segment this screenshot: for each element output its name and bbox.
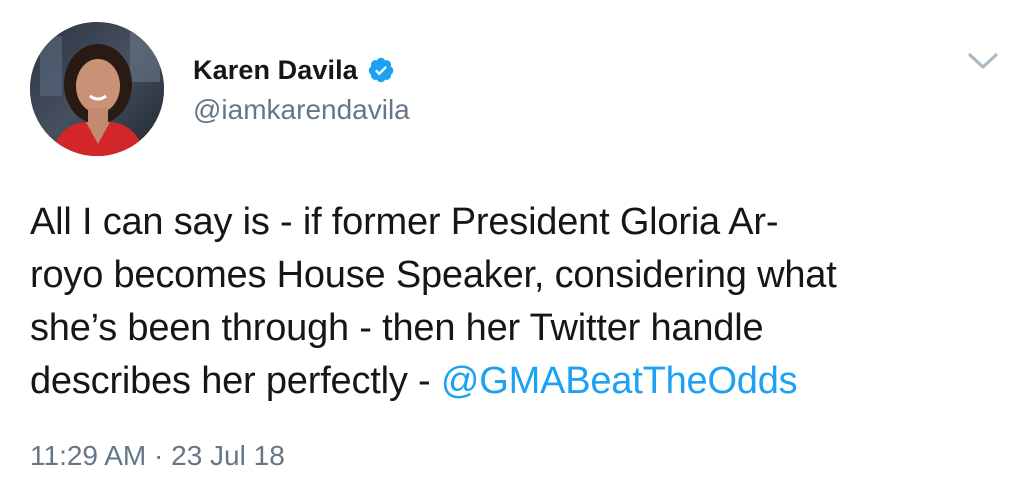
meta-separator: · bbox=[146, 440, 172, 471]
tweet-text: All I can say is - if former President G… bbox=[30, 196, 1000, 408]
tweet-timestamp[interactable]: 11:29 AM · 23 Jul 18 bbox=[30, 440, 285, 472]
display-name[interactable]: Karen Davila bbox=[193, 55, 358, 86]
tweet-date: 23 Jul 18 bbox=[171, 440, 285, 471]
tweet-text-line-last: describes her perfectly - @GMABeatTheOdd… bbox=[30, 355, 1000, 408]
verified-badge-icon bbox=[367, 56, 395, 84]
tweet-header: Karen Davila @iamkarendavila bbox=[193, 52, 410, 126]
name-row: Karen Davila bbox=[193, 52, 410, 88]
tweet-text-line: All I can say is - if former President G… bbox=[30, 201, 779, 243]
tweet-card: Karen Davila @iamkarendavila All I can s… bbox=[0, 0, 1024, 487]
avatar[interactable] bbox=[30, 22, 164, 156]
user-handle[interactable]: @iamkarendavila bbox=[193, 94, 410, 126]
tweet-text-line: royo becomes House Speaker, considering … bbox=[30, 254, 837, 296]
mention-link[interactable]: @GMABeatTheOdds bbox=[441, 360, 798, 402]
avatar-image bbox=[30, 22, 164, 156]
tweet-text-fragment: describes her perfectly - bbox=[30, 360, 441, 402]
tweet-text-line: she’s been through - then her Twitter ha… bbox=[30, 307, 764, 349]
chevron-down-icon[interactable] bbox=[966, 50, 1000, 72]
tweet-time: 11:29 AM bbox=[30, 440, 147, 471]
